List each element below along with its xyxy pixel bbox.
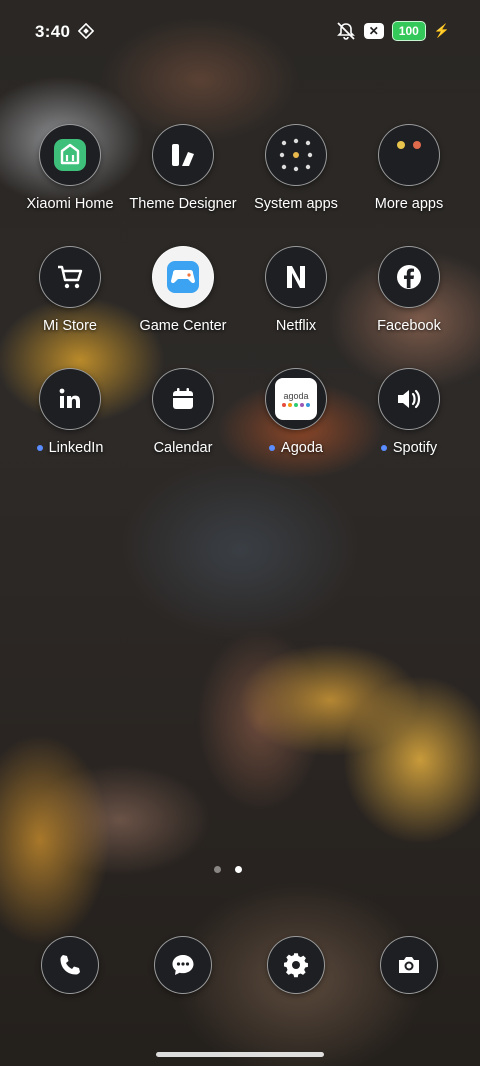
linkedin-icon <box>39 368 101 430</box>
xiaomi-home-icon <box>39 124 101 186</box>
app-mi-store[interactable]: Mi Store <box>10 246 130 334</box>
app-folder-more-apps[interactable]: More apps <box>349 124 469 212</box>
app-xiaomi-home[interactable]: Xiaomi Home <box>10 124 130 212</box>
app-label: Theme Designer <box>129 196 237 212</box>
speaker-icon <box>378 368 440 430</box>
dock-camera[interactable] <box>349 936 469 994</box>
app-calendar[interactable]: Calendar <box>123 368 243 456</box>
calendar-icon <box>152 368 214 430</box>
close-box-icon: ✕ <box>363 23 384 39</box>
battery-indicator: 100 <box>391 21 426 41</box>
app-agoda[interactable]: agoda Agoda <box>236 368 356 456</box>
agoda-icon: agoda <box>265 368 327 430</box>
app-label: Agoda <box>236 440 356 456</box>
new-install-dot <box>36 445 43 452</box>
page-dot-1[interactable] <box>214 866 221 873</box>
system-apps-folder-icon <box>265 124 327 186</box>
app-label: More apps <box>374 196 444 212</box>
theme-designer-icon <box>152 124 214 186</box>
app-game-center[interactable]: Game Center <box>123 246 243 334</box>
app-linkedin[interactable]: LinkedIn <box>10 368 130 456</box>
app-label: Calendar <box>153 440 213 456</box>
netflix-icon <box>265 246 327 308</box>
page-dot-2-active[interactable] <box>235 866 242 873</box>
app-label: Mi Store <box>43 318 97 334</box>
app-folder-system-apps[interactable]: System apps <box>236 124 356 212</box>
new-install-dot <box>380 445 387 452</box>
facebook-icon <box>378 246 440 308</box>
new-install-dot <box>269 445 276 452</box>
camera-icon <box>380 936 438 994</box>
status-bar: 3:40 ✕ 100 ⚡ <box>0 0 480 60</box>
charging-bolt-icon: ⚡ <box>433 23 450 38</box>
messages-icon <box>154 936 212 994</box>
more-apps-folder-icon <box>378 124 440 186</box>
agoda-logo-text: agoda <box>283 391 309 401</box>
app-theme-designer[interactable]: Theme Designer <box>123 124 243 212</box>
page-indicator <box>214 866 242 873</box>
app-label: Xiaomi Home <box>26 196 114 212</box>
app-label: Facebook <box>377 318 441 334</box>
clock: 3:40 <box>35 22 71 41</box>
home-gesture-bar[interactable] <box>156 1052 324 1057</box>
app-netflix[interactable]: Netflix <box>236 246 356 334</box>
app-spotify[interactable]: Spotify <box>349 368 469 456</box>
app-label: Game Center <box>139 318 227 334</box>
app-label: LinkedIn <box>10 440 130 456</box>
app-facebook[interactable]: Facebook <box>349 246 469 334</box>
cart-icon <box>39 246 101 308</box>
app-label: Netflix <box>275 318 317 334</box>
dock-settings[interactable] <box>236 936 356 994</box>
diamond-notification-icon <box>78 23 94 39</box>
dock-messages[interactable] <box>123 936 243 994</box>
phone-icon <box>41 936 99 994</box>
app-label: System apps <box>254 196 338 212</box>
mute-bell-icon <box>336 22 356 40</box>
settings-gear-icon <box>267 936 325 994</box>
gamepad-icon <box>152 246 214 308</box>
dock-phone[interactable] <box>10 936 130 994</box>
app-label: Spotify <box>349 440 469 456</box>
